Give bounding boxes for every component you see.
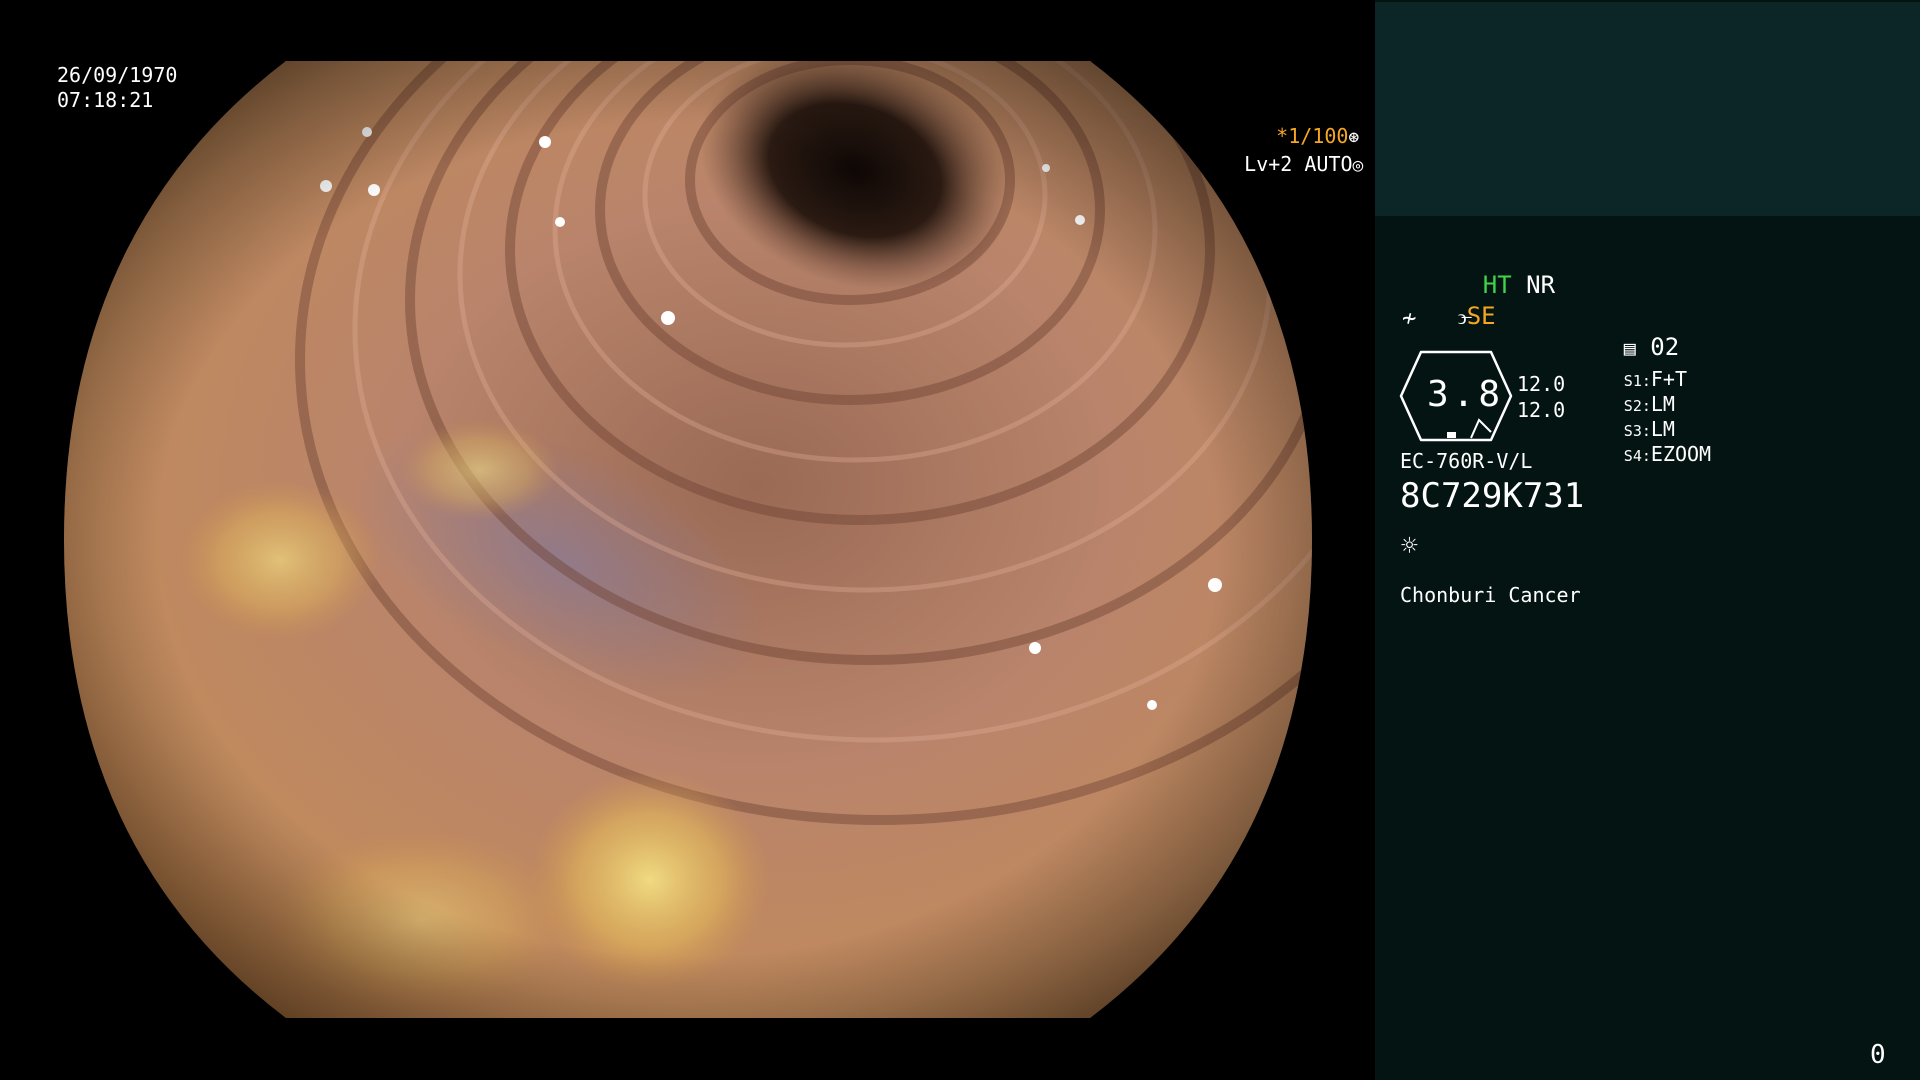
iris-icon: ◎ <box>1352 155 1364 176</box>
switch-s4: S4:EZOOM <box>1566 423 1711 485</box>
institution-name: Chonburi Cancer <box>1400 583 1581 607</box>
time-label: 07:18:21 <box>57 88 154 112</box>
structure-enhance-icon: ↄ̶ <box>1457 305 1467 329</box>
scope-model: EC-760R-V/L <box>1400 449 1533 473</box>
se-label: SE <box>1466 302 1496 330</box>
light-icon: ☼ <box>1401 529 1418 562</box>
zoom-scale-top: 12.0 <box>1517 372 1566 396</box>
thumbnail-area <box>1375 2 1920 216</box>
zoom-value: 3.8 <box>1427 374 1505 415</box>
switch-value: EZOOM <box>1650 442 1712 466</box>
endoscopy-screen: 26/09/1970 07:18:21 *1/100⊛ Lv+2 AUTO◎ H… <box>0 0 1920 1080</box>
date-label: 26/09/1970 <box>57 63 178 87</box>
iris-label: Lv+2 AUTO <box>1244 152 1353 176</box>
zoom-scale-bottom: 12.0 <box>1517 398 1566 422</box>
switch-key: S4: <box>1623 447 1651 465</box>
color-curve-icon: ≁ <box>1402 304 1417 332</box>
nr-label: NR <box>1526 271 1556 299</box>
scope-serial: 8C729K731 <box>1400 476 1585 516</box>
iris-readout: Lv+2 AUTO◎ <box>1196 127 1363 203</box>
endoscope-view <box>64 61 1312 1018</box>
frame-counter: 0 <box>1870 1040 1886 1070</box>
endoscope-image <box>0 0 1375 1080</box>
